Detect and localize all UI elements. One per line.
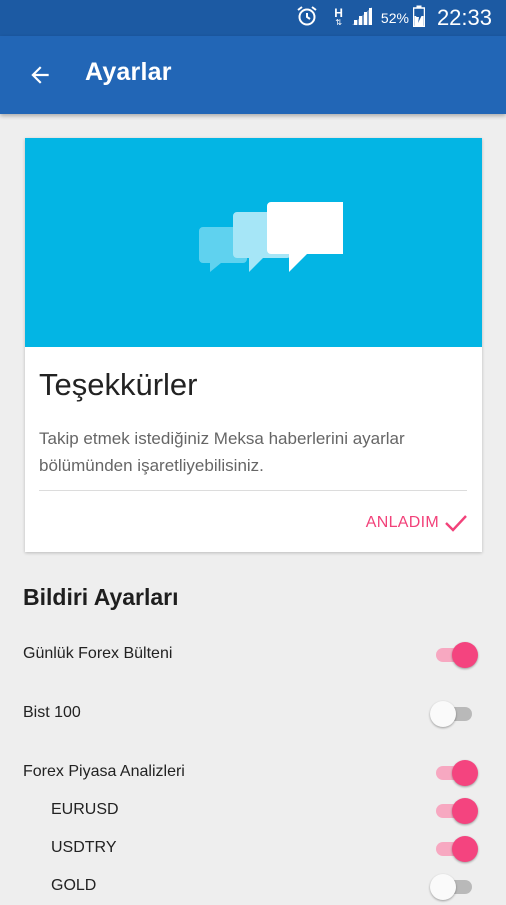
setting-label: Forex Piyasa Analizleri bbox=[23, 763, 185, 780]
setting-label: GOLD bbox=[51, 877, 97, 894]
card-hero bbox=[25, 138, 482, 347]
toggle-usdtry[interactable] bbox=[430, 835, 478, 863]
toggle-thumb bbox=[430, 874, 456, 900]
toggle-thumb bbox=[452, 798, 478, 824]
setting-row-bist-100: Bist 100 bbox=[0, 696, 506, 732]
status-bar: H ⇅ 52% 22:33 bbox=[0, 0, 506, 36]
battery-percent: 52% bbox=[380, 10, 409, 26]
notification-settings-title: Bildiri Ayarları bbox=[23, 584, 179, 610]
got-it-button[interactable]: ANLADIM bbox=[366, 508, 468, 538]
setting-label: Günlük Forex Bülteni bbox=[23, 645, 173, 662]
setting-row-usdtry: USDTRY bbox=[0, 831, 506, 867]
chat-bubbles-icon bbox=[199, 202, 343, 272]
toggle-thumb bbox=[430, 701, 456, 727]
toggle-thumb bbox=[452, 642, 478, 668]
toggle-thumb bbox=[452, 836, 478, 862]
toggle-daily-forex-bulletin[interactable] bbox=[430, 641, 478, 669]
back-button[interactable] bbox=[20, 55, 60, 95]
status-icons: H ⇅ 52% 22:33 bbox=[296, 0, 492, 36]
battery-charging-icon bbox=[412, 5, 426, 31]
signal-icon bbox=[351, 6, 373, 30]
card-body: Takip etmek istediğiniz Meksa haberlerin… bbox=[39, 429, 405, 475]
arrow-back-icon bbox=[31, 66, 49, 84]
setting-label: USDTRY bbox=[51, 839, 117, 856]
setting-row-forex-market-analysis: Forex Piyasa Analizleri bbox=[0, 755, 506, 791]
setting-label: Bist 100 bbox=[23, 704, 81, 721]
info-card: Teşekkürler Takip etmek istediğiniz Meks… bbox=[25, 138, 482, 552]
card-title: Teşekkürler bbox=[39, 367, 198, 402]
card-divider bbox=[39, 490, 467, 491]
clock: 22:33 bbox=[436, 5, 492, 30]
check-icon bbox=[445, 515, 467, 532]
toggle-thumb bbox=[452, 760, 478, 786]
alarm-icon bbox=[296, 5, 318, 31]
toggle-gold[interactable] bbox=[430, 873, 478, 901]
setting-label: EURUSD bbox=[51, 801, 119, 818]
setting-row-eurusd: EURUSD bbox=[0, 793, 506, 829]
network-type-icon: H ⇅ bbox=[334, 6, 343, 27]
got-it-label: ANLADIM bbox=[365, 514, 439, 531]
toggle-forex-market-analysis[interactable] bbox=[430, 759, 478, 787]
page-title: Ayarlar bbox=[85, 58, 172, 86]
app-bar: Ayarlar bbox=[0, 36, 506, 114]
setting-row-daily-forex-bulletin: Günlük Forex Bülteni bbox=[0, 637, 506, 673]
toggle-eurusd[interactable] bbox=[430, 797, 478, 825]
toggle-bist-100[interactable] bbox=[430, 700, 478, 728]
